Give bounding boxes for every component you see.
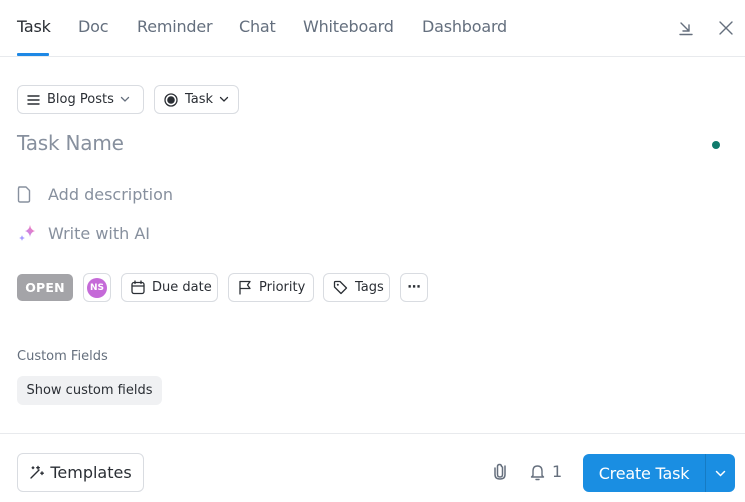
calendar-icon: [131, 280, 145, 295]
create-options-dropdown[interactable]: [705, 454, 735, 492]
show-custom-fields-button[interactable]: Show custom fields: [17, 376, 162, 405]
write-with-ai[interactable]: Write with AI: [17, 223, 150, 243]
create-task-button-group: Create Task: [583, 454, 735, 492]
bell-icon: [529, 463, 546, 481]
list-selector-label: Blog Posts: [47, 92, 114, 107]
tab-dashboard[interactable]: Dashboard: [422, 17, 507, 36]
close-icon[interactable]: [716, 18, 736, 38]
flag-icon: [238, 280, 252, 295]
assignee-button[interactable]: NS: [83, 273, 111, 302]
tab-whiteboard[interactable]: Whiteboard: [303, 17, 394, 36]
task-type-label: Task: [185, 92, 214, 107]
active-tab-indicator: [17, 53, 49, 56]
priority-label: Priority: [259, 280, 306, 295]
notifications-button[interactable]: 1: [529, 462, 562, 481]
tab-task[interactable]: Task: [17, 17, 51, 36]
list-icon: [27, 94, 40, 106]
minimize-arrow-icon[interactable]: [676, 18, 696, 38]
tab-reminder[interactable]: Reminder: [137, 17, 213, 36]
create-task-button[interactable]: Create Task: [583, 454, 705, 492]
priority-button[interactable]: Priority: [228, 273, 314, 302]
avatar: NS: [87, 277, 107, 298]
magic-wand-icon: [29, 465, 45, 480]
chevron-down-icon: [120, 96, 130, 103]
tags-label: Tags: [355, 280, 384, 295]
due-date-button[interactable]: Due date: [121, 273, 218, 302]
list-selector[interactable]: Blog Posts: [17, 85, 144, 114]
chevron-down-icon: [715, 470, 726, 477]
more-icon: ⋯: [407, 280, 421, 295]
due-date-label: Due date: [152, 280, 212, 295]
radio-circle-icon: [164, 92, 178, 107]
tags-button[interactable]: Tags: [323, 273, 390, 302]
write-with-ai-label: Write with AI: [48, 223, 151, 243]
custom-fields-heading: Custom Fields: [17, 349, 108, 364]
attachment-icon[interactable]: [492, 462, 508, 480]
footer-divider: [0, 433, 745, 434]
chevron-down-icon: [219, 96, 229, 103]
notification-count: 1: [552, 462, 563, 481]
templates-button[interactable]: Templates: [17, 453, 144, 492]
add-description[interactable]: Add description: [17, 185, 173, 204]
task-name-input[interactable]: Task Name: [17, 131, 124, 155]
tab-doc[interactable]: Doc: [78, 17, 109, 36]
more-options-button[interactable]: ⋯: [400, 273, 428, 302]
status-indicator-dot: [712, 141, 720, 149]
document-icon: [17, 186, 39, 203]
sparkle-icon: [17, 223, 39, 243]
tab-bar: Task Doc Reminder Chat Whiteboard Dashbo…: [0, 0, 745, 57]
status-badge[interactable]: OPEN: [17, 274, 73, 301]
templates-label: Templates: [50, 463, 132, 482]
add-description-label: Add description: [48, 185, 174, 204]
task-type-selector[interactable]: Task: [154, 85, 239, 114]
tab-chat[interactable]: Chat: [239, 17, 276, 36]
tag-icon: [333, 280, 348, 295]
